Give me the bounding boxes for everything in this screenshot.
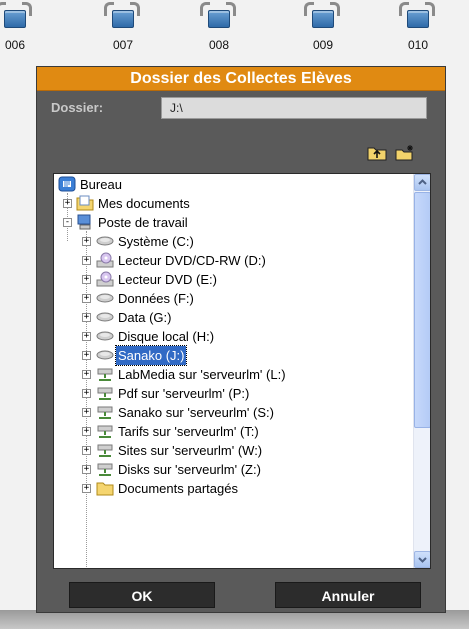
tree-item-label: Tarifs sur 'serveurlm' (T:) (118, 424, 259, 439)
expand-icon[interactable]: + (82, 465, 91, 474)
tree-item-label: Données (F:) (118, 291, 194, 306)
scroll-down-button[interactable] (414, 551, 430, 568)
computer-icon (4, 10, 26, 28)
tree-item-label: Bureau (80, 177, 122, 192)
expand-icon[interactable]: + (82, 408, 91, 417)
station-006[interactable]: 006 (0, 2, 38, 60)
ok-button[interactable]: OK (69, 582, 215, 608)
tree-item-label: Poste de travail (98, 215, 188, 230)
scroll-thumb[interactable] (414, 192, 430, 428)
folder-path-field[interactable]: J:\ (161, 97, 427, 119)
computer-icon (112, 10, 134, 28)
scroll-up-button[interactable] (414, 174, 430, 191)
folder-label: Dossier: (51, 100, 104, 115)
tree-item-label: Data (G:) (118, 310, 172, 325)
station-number: 010 (407, 38, 429, 52)
tree-item-label: Sites sur 'serveurlm' (W:) (118, 443, 263, 458)
computer-icon (407, 10, 429, 28)
expand-icon[interactable]: + (82, 446, 91, 455)
chevron-down-icon (418, 557, 427, 563)
hard-drive-icon (96, 236, 114, 246)
collapse-icon[interactable]: - (63, 218, 72, 227)
tree-item-label: Documents partagés (118, 481, 238, 496)
expand-icon[interactable]: + (82, 237, 91, 246)
tree-item-label: Système (C:) (118, 234, 194, 249)
station-number: 007 (112, 38, 134, 52)
network-drive-icon (97, 425, 113, 438)
expand-icon[interactable]: + (82, 332, 91, 341)
desktop-icon (58, 176, 76, 192)
documents-folder-icon (76, 195, 94, 211)
new-folder-icon[interactable] (395, 145, 415, 161)
dvd-drive-icon (96, 271, 114, 287)
network-drive-icon (97, 387, 113, 400)
expand-icon[interactable]: + (82, 256, 91, 265)
station-010[interactable]: 010 (395, 2, 441, 60)
expand-icon[interactable]: + (82, 275, 91, 284)
shared-folder-icon (96, 482, 114, 496)
tree-item-label: Sanako sur 'serveurlm' (S:) (118, 405, 274, 420)
expand-icon[interactable]: + (82, 370, 91, 379)
network-drive-icon (97, 444, 113, 457)
folder-up-icon[interactable] (367, 145, 387, 161)
tree-item-label: Disque local (H:) (118, 329, 215, 344)
station-number: 009 (312, 38, 334, 52)
tree-scrollbar[interactable] (413, 174, 430, 568)
folder-dialog: Dossier des Collectes Elèves Dossier: J:… (36, 66, 446, 613)
expand-icon[interactable]: + (82, 389, 91, 398)
dialog-title: Dossier des Collectes Elèves (37, 67, 445, 91)
expand-icon[interactable]: + (82, 484, 91, 493)
chevron-up-icon (418, 179, 427, 185)
station-number: 008 (208, 38, 230, 52)
station-007[interactable]: 007 (100, 2, 146, 60)
tree-item-label: Lecteur DVD (E:) (118, 272, 217, 287)
tree-item-label: Mes documents (98, 196, 190, 211)
expand-icon[interactable]: + (82, 313, 91, 322)
expand-icon[interactable]: + (82, 427, 91, 436)
expand-icon[interactable]: + (82, 294, 91, 303)
expand-icon[interactable]: + (63, 199, 72, 208)
station-strip: 006 007 008 009 010 (0, 0, 469, 62)
tree-item-label: LabMedia sur 'serveurlm' (L:) (118, 367, 286, 382)
tree-item-label: Lecteur DVD/CD-RW (D:) (118, 253, 266, 268)
computer-icon (208, 10, 230, 28)
hard-drive-icon (96, 312, 114, 322)
dvd-drive-icon (96, 252, 114, 268)
tree-item-label: Disks sur 'serveurlm' (Z:) (118, 462, 261, 477)
hard-drive-icon (96, 293, 114, 303)
network-drive-icon (97, 463, 113, 476)
hard-drive-icon (96, 331, 114, 341)
computer-icon (312, 10, 334, 28)
station-number: 006 (4, 38, 26, 52)
computer-icon (77, 214, 91, 230)
expand-icon[interactable]: + (82, 351, 91, 360)
cancel-button[interactable]: Annuler (275, 582, 421, 608)
station-009[interactable]: 009 (300, 2, 346, 60)
network-drive-icon (97, 368, 113, 381)
network-drive-icon (97, 406, 113, 419)
tree-item-label: Pdf sur 'serveurlm' (P:) (118, 386, 250, 401)
tree-item-label: Sanako (J:) (114, 345, 188, 366)
folder-tree[interactable]: Bureau + Mes documents - Poste de travai… (53, 173, 431, 569)
hard-drive-icon (96, 350, 114, 360)
station-008[interactable]: 008 (196, 2, 242, 60)
